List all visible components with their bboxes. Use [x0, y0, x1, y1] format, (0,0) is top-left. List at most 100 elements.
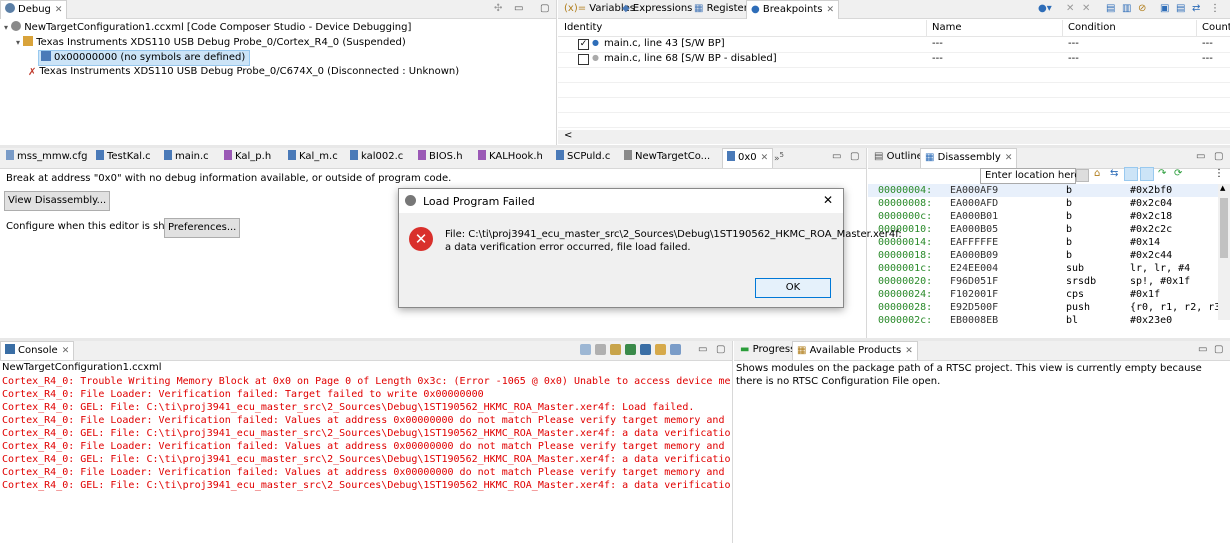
tab-progress[interactable]: ▬ Progress: [736, 341, 799, 359]
close-icon[interactable]: ✕: [55, 5, 63, 15]
location-input[interactable]: Enter location here: [980, 168, 1080, 184]
collapse-all-icon[interactable]: ▤: [1176, 3, 1185, 14]
pin-console-icon[interactable]: [625, 344, 636, 355]
horizontal-scrollbar[interactable]: <: [558, 130, 1230, 144]
table-row[interactable]: ● main.c, line 68 [S/W BP - disabled] --…: [558, 52, 1230, 68]
close-icon[interactable]: ✕: [761, 153, 769, 163]
maximize-icon[interactable]: ▢: [1214, 151, 1223, 162]
tab-newtargetconfig[interactable]: NewTargetCo...: [620, 148, 714, 166]
column-condition[interactable]: Condition: [1068, 22, 1116, 33]
scroll-left-icon[interactable]: <: [564, 130, 572, 141]
word-wrap-icon[interactable]: [610, 344, 621, 355]
tab-breakpoints[interactable]: ● Breakpoints ✕: [746, 0, 840, 19]
collapse-icon[interactable]: ▾: [4, 23, 8, 32]
debug-tree-item-frame[interactable]: 0x00000000 (no symbols are defined): [38, 50, 251, 66]
show-all-icon[interactable]: ▤: [1106, 3, 1115, 14]
preferences-button[interactable]: Preferences...: [164, 218, 241, 238]
toolbar-menu-icon[interactable]: ●▾: [1038, 3, 1052, 14]
tab-bios-h[interactable]: BIOS.h: [414, 148, 467, 166]
disassembly-row[interactable]: 00000028: E92D500F push {r0, r1, r2, r3: [868, 301, 1220, 314]
display-console-icon[interactable]: [640, 344, 651, 355]
dialog-titlebar[interactable]: Load Program Failed ✕: [399, 189, 843, 213]
disassembly-row[interactable]: 0000000c: EA000B01 b #0x2c18: [868, 210, 1218, 223]
go-location-icon[interactable]: [1076, 169, 1089, 182]
table-row[interactable]: ✓ ● main.c, line 43 [S/W BP] --- --- ---: [558, 37, 1230, 53]
vertical-scrollbar[interactable]: ▲: [1218, 184, 1230, 320]
tab-kal-m-c[interactable]: Kal_m.c: [284, 148, 342, 166]
tab-main-c[interactable]: main.c: [160, 148, 213, 166]
clear-console-icon[interactable]: [580, 344, 591, 355]
maximize-icon[interactable]: ▢: [716, 344, 725, 355]
view-menu-icon[interactable]: ⋮: [1210, 3, 1220, 14]
remove-breakpoint-icon[interactable]: ✕: [1066, 3, 1074, 14]
minimize-icon[interactable]: ▭: [832, 151, 841, 162]
disassembly-row[interactable]: 00000010: EA000B05 b #0x2c2c: [868, 223, 1218, 236]
tab-console[interactable]: Console ✕: [0, 341, 75, 360]
disassembly-row[interactable]: 00000014: EAFFFFFE b #0x14: [868, 236, 1218, 249]
maximize-icon[interactable]: ▢: [540, 3, 549, 14]
scroll-thumb[interactable]: [1220, 198, 1228, 258]
console-output[interactable]: Cortex_R4_0: Trouble Writing Memory Bloc…: [2, 375, 730, 535]
disassembly-row[interactable]: 0000002c: EB0008EB bl #0x23e0: [868, 314, 1218, 327]
column-name[interactable]: Name: [932, 22, 962, 33]
tab-debug[interactable]: Debug ✕: [0, 0, 68, 19]
open-console-icon[interactable]: [670, 344, 681, 355]
debug-toolbar-icon[interactable]: ✣: [494, 3, 502, 14]
maximize-icon[interactable]: ▢: [850, 151, 859, 162]
tab-scpuld-c[interactable]: SCPuld.c: [552, 148, 614, 166]
home-icon[interactable]: ⌂: [1094, 168, 1100, 179]
scroll-up-icon[interactable]: ▲: [1220, 184, 1225, 192]
link-editor-icon[interactable]: ⇆: [1110, 168, 1118, 179]
disassembly-row[interactable]: 00000008: EA000AFD b #0x2c04: [868, 197, 1218, 210]
enabled-checkbox[interactable]: [578, 54, 589, 65]
disassembly-row[interactable]: 00000018: EA000B09 b #0x2c44: [868, 249, 1218, 262]
tab-kalhook-h[interactable]: KALHook.h: [474, 148, 547, 166]
expand-all-icon[interactable]: ▣: [1160, 3, 1169, 14]
minimize-icon[interactable]: ▭: [1196, 151, 1205, 162]
disassembly-row[interactable]: 00000024: F102001F cps #0x1f: [868, 288, 1218, 301]
close-icon[interactable]: ✕: [1005, 153, 1013, 163]
close-icon[interactable]: ✕: [826, 5, 834, 15]
tab-testkal-c[interactable]: TestKal.c: [92, 148, 155, 166]
disassembly-row[interactable]: 0000001c: E24EE004 sub lr, lr, #4: [868, 262, 1218, 275]
ok-button[interactable]: OK: [755, 278, 831, 298]
step-into-icon[interactable]: ↷: [1158, 168, 1166, 179]
tab-expressions[interactable]: ◆ Expressions: [618, 0, 696, 18]
tab-mss-mmw-cfg[interactable]: mss_mmw.cfg: [2, 148, 91, 166]
collapse-icon[interactable]: ▾: [16, 38, 20, 47]
dialog-close-button[interactable]: ✕: [823, 193, 833, 207]
view-disassembly-button[interactable]: View Disassembly...: [4, 191, 111, 211]
close-icon[interactable]: ✕: [905, 346, 913, 356]
tab-disassembly[interactable]: ▦ Disassembly ✕: [920, 148, 1018, 168]
refresh-icon[interactable]: ⟳: [1174, 168, 1182, 179]
enabled-checkbox[interactable]: ✓: [578, 39, 589, 50]
scroll-lock-icon[interactable]: [595, 344, 606, 355]
tab-available-products[interactable]: ▦ Available Products ✕: [792, 341, 918, 360]
skip-all-icon[interactable]: ⊘: [1138, 3, 1146, 14]
tab-overflow[interactable]: »5: [774, 151, 784, 164]
debug-tree-item-config[interactable]: ▾ NewTargetConfiguration1.ccxml [Code Co…: [4, 21, 411, 33]
source-toggle-icon[interactable]: [1140, 167, 1154, 181]
column-identity[interactable]: Identity: [564, 22, 602, 33]
disassembly-row[interactable]: 00000004: EA000AF9 b #0x2bf0: [868, 184, 1218, 197]
minimize-icon[interactable]: ▭: [1198, 344, 1207, 355]
tab-0x0[interactable]: 0x0 ✕: [722, 148, 774, 168]
debug-tree-item-cortex[interactable]: ▾ Texas Instruments XDS110 USB Debug Pro…: [16, 36, 406, 48]
view-menu-icon[interactable]: ⋮: [1214, 168, 1224, 179]
minimize-icon[interactable]: ▭: [698, 344, 707, 355]
tab-kal-p-h[interactable]: Kal_p.h: [220, 148, 275, 166]
disassembly-row[interactable]: 00000020: F96D051F srsdb sp!, #0x1f: [868, 275, 1218, 288]
tab-outline[interactable]: ▤ Outline: [870, 148, 927, 166]
minimize-icon[interactable]: ▭: [514, 3, 523, 14]
close-icon[interactable]: ✕: [62, 346, 70, 356]
column-count[interactable]: Count: [1202, 22, 1230, 33]
new-console-icon[interactable]: [655, 344, 666, 355]
debug-view: Debug ✕ ✣ ▭ ▢ ▾ NewTargetConfiguration1.c…: [0, 0, 557, 145]
maximize-icon[interactable]: ▢: [1214, 344, 1223, 355]
go-to-file-icon[interactable]: ▥: [1122, 3, 1131, 14]
tab-kal002-c[interactable]: kal002.c: [346, 148, 407, 166]
debug-tree-item-c674x[interactable]: ✗ Texas Instruments XDS110 USB Debug Prob…: [28, 66, 459, 78]
remove-all-icon[interactable]: ✕: [1082, 3, 1090, 14]
link-icon[interactable]: ⇄: [1192, 3, 1200, 14]
sync-icon[interactable]: [1124, 167, 1138, 181]
